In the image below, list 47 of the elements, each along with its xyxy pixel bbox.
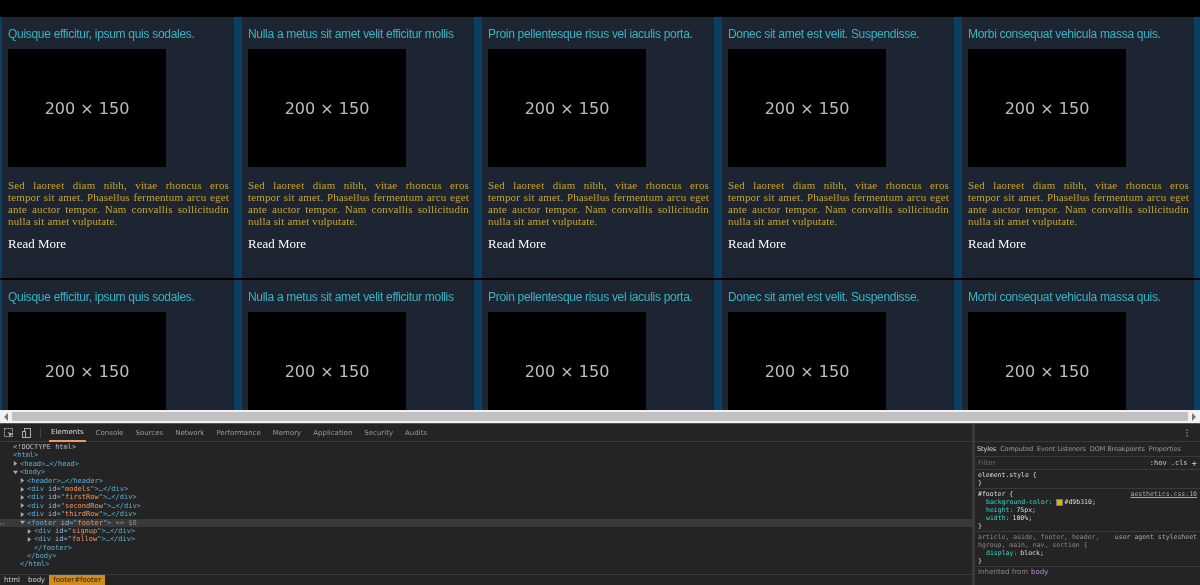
card-text: Sed laoreet diam nibh, vitae rhoncus eros tempor sit amet. Phasellus fermentum arcu eget ante auctor tempor. Nam convallis sollicitudin nulla sit amet vulputate.	[8, 179, 229, 227]
expanded-arrow-icon[interactable]	[13, 469, 18, 475]
collapsed-arrow-icon[interactable]	[27, 537, 32, 542]
placeholder-image: 200 × 150	[8, 312, 166, 410]
placeholder-image: 200 × 150	[728, 312, 886, 410]
card-text: Sed laoreet diam nibh, vitae rhoncus eros tempor sit amet. Phasellus fermentum arcu eget ante auctor tempor. Nam convallis sollicitudin nulla sit amet vulputate.	[248, 179, 469, 227]
collapsed-arrow-icon[interactable]	[20, 495, 25, 501]
card-title: Donec sit amet est velit. Suspendisse.	[728, 289, 920, 306]
read-more-link[interactable]: Read More	[488, 236, 547, 252]
collapsed-arrow-icon[interactable]	[13, 461, 18, 467]
read-more-link[interactable]: Read More	[968, 236, 1027, 252]
placeholder-image: 200 × 150	[248, 312, 406, 410]
card-text: Sed laoreet diam nibh, vitae rhoncus eros tempor sit amet. Phasellus fermentum arcu eget ante auctor tempor. Nam convallis sollicitudin nulla sit amet vulputate.	[728, 179, 949, 227]
placeholder-image: 200 × 150	[968, 312, 1126, 410]
expanded-arrow-icon[interactable]	[20, 520, 25, 526]
placeholder-image: 200 × 150	[248, 49, 406, 167]
card-text: Sed laoreet diam nibh, vitae rhoncus eros tempor sit amet. Phasellus fermentum arcu eget ante auctor tempor. Nam convallis sollicitudin nulla sit amet vulputate.	[968, 179, 1189, 227]
collapsed-arrow-icon[interactable]	[20, 503, 25, 509]
read-more-link[interactable]: Read More	[248, 236, 307, 252]
device-icon[interactable]	[22, 427, 32, 438]
card-title: Morbi consequat vehicula massa quis.	[968, 289, 1161, 306]
card-title: Nulla a metus sit amet velit efficitur mollis	[248, 289, 454, 306]
placeholder-image: 200 × 150	[488, 49, 646, 167]
placeholder-image: 200 × 150	[8, 49, 166, 167]
card-title: Proin pellentesque risus vel iaculis porta.	[488, 26, 693, 43]
card-text: Sed laoreet diam nibh, vitae rhoncus eros tempor sit amet. Phasellus fermentum arcu eget ante auctor tempor. Nam convallis sollicitudin nulla sit amet vulputate.	[488, 179, 709, 227]
color-swatch[interactable]	[1055, 498, 1063, 506]
collapsed-arrow-icon[interactable]	[20, 478, 25, 484]
inspect-icon[interactable]	[4, 427, 14, 438]
card-title: Donec sit amet est velit. Suspendisse.	[728, 26, 920, 43]
placeholder-image: 200 × 150	[968, 49, 1126, 167]
card-title: Proin pellentesque risus vel iaculis porta.	[488, 289, 693, 306]
card-title: Morbi consequat vehicula massa quis.	[968, 26, 1161, 43]
collapsed-arrow-icon[interactable]	[20, 511, 25, 517]
card-title: Quisque efficitur, ipsum quis sodales.	[8, 289, 195, 306]
card-title: Quisque efficitur, ipsum quis sodales.	[8, 26, 195, 43]
add-rule-button[interactable]: +	[1191, 459, 1197, 467]
read-more-link[interactable]: Read More	[728, 236, 787, 252]
card-title: Nulla a metus sit amet velit efficitur mollis	[248, 26, 454, 43]
scroll-right-icon[interactable]	[1191, 412, 1197, 421]
collapsed-arrow-icon[interactable]	[27, 528, 32, 534]
scroll-left-icon[interactable]	[3, 412, 9, 421]
horizontal-scrollbar[interactable]	[0, 410, 1200, 423]
placeholder-image: 200 × 150	[728, 49, 886, 167]
placeholder-image: 200 × 150	[488, 312, 646, 410]
read-more-link[interactable]: Read More	[8, 236, 67, 252]
collapsed-arrow-icon[interactable]	[20, 486, 25, 492]
